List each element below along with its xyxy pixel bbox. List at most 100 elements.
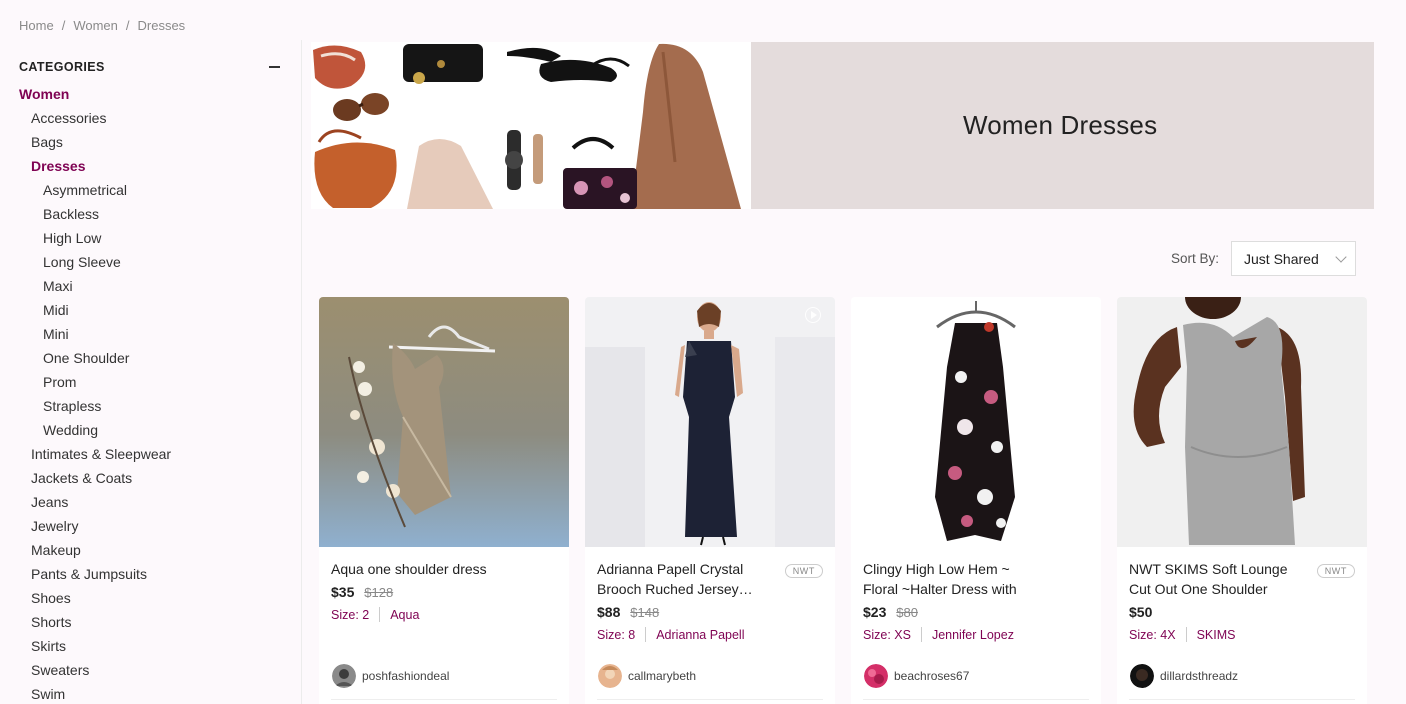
attribute-row: Size: 4X SKIMS bbox=[1129, 627, 1355, 642]
breadcrumb-women[interactable]: Women bbox=[73, 18, 118, 33]
listing-details: Adrianna Papell Crystal Brooch Ruched Je… bbox=[597, 559, 823, 642]
category-pants-jumpsuits[interactable]: Pants & Jumpsuits bbox=[0, 564, 300, 588]
listing-brand[interactable]: Adrianna Papell bbox=[656, 628, 744, 642]
price-row: $23 $80 bbox=[863, 604, 1089, 620]
category-skirts[interactable]: Skirts bbox=[0, 636, 300, 660]
category-dresses[interactable]: Dresses bbox=[0, 156, 300, 180]
seller-info[interactable]: poshfashiondeal bbox=[332, 664, 449, 688]
collapse-minus-icon[interactable] bbox=[269, 66, 280, 68]
seller-username[interactable]: beachroses67 bbox=[894, 669, 969, 683]
category-sidebar: CATEGORIES Women Accessories Bags Dresse… bbox=[0, 40, 302, 704]
category-makeup[interactable]: Makeup bbox=[0, 540, 300, 564]
attribute-row: Size: XS Jennifer Lopez bbox=[863, 627, 1089, 642]
divider bbox=[645, 627, 647, 642]
category-jackets-coats[interactable]: Jackets & Coats bbox=[0, 468, 300, 492]
listing-card[interactable]: Aqua one shoulder dress $35 $128 Size: 2… bbox=[319, 297, 569, 704]
listing-price: $23 bbox=[863, 604, 887, 620]
divider bbox=[1185, 627, 1187, 642]
listing-image[interactable] bbox=[585, 297, 835, 547]
listing-image[interactable] bbox=[319, 297, 569, 547]
breadcrumb-dresses: Dresses bbox=[137, 18, 186, 33]
category-banner: Women Dresses bbox=[311, 42, 1374, 209]
divider bbox=[1129, 699, 1355, 700]
category-accessories[interactable]: Accessories bbox=[0, 108, 300, 132]
divider bbox=[379, 607, 381, 622]
seller-username[interactable]: dillardsthreadz bbox=[1160, 669, 1238, 683]
listing-title[interactable]: Aqua one shoulder dress bbox=[331, 559, 557, 579]
listing-brand[interactable]: SKIMS bbox=[1197, 628, 1236, 642]
category-intimates-sleepwear[interactable]: Intimates & Sleepwear bbox=[0, 444, 300, 468]
subcategory-strapless[interactable]: Strapless bbox=[0, 396, 300, 420]
subcategory-backless[interactable]: Backless bbox=[0, 204, 300, 228]
subcategory-long-sleeve[interactable]: Long Sleeve bbox=[0, 252, 300, 276]
listing-brand[interactable]: Jennifer Lopez bbox=[932, 628, 1014, 642]
listing-image[interactable] bbox=[851, 297, 1101, 547]
category-jewelry[interactable]: Jewelry bbox=[0, 516, 300, 540]
listing-card[interactable]: Clingy High Low Hem ~ Floral ~Halter Dre… bbox=[851, 297, 1101, 704]
seller-info[interactable]: dillardsthreadz bbox=[1130, 664, 1238, 688]
listing-size[interactable]: Size: 2 bbox=[331, 608, 369, 622]
video-play-icon[interactable] bbox=[805, 307, 821, 323]
banner-accessories-image bbox=[311, 42, 751, 209]
breadcrumb-home[interactable]: Home bbox=[19, 18, 54, 33]
seller-info[interactable]: callmarybeth bbox=[598, 664, 696, 688]
subcategory-prom[interactable]: Prom bbox=[0, 372, 300, 396]
breadcrumb: Home / Women / Dresses bbox=[19, 18, 185, 33]
category-bags[interactable]: Bags bbox=[0, 132, 300, 156]
subcategory-high-low[interactable]: High Low bbox=[0, 228, 300, 252]
listing-details: Aqua one shoulder dress $35 $128 Size: 2… bbox=[331, 559, 557, 622]
original-price: $128 bbox=[364, 585, 394, 600]
listing-card[interactable]: NWT SKIMS Soft Lounge Cut Out One Should… bbox=[1117, 297, 1367, 704]
attribute-row: Size: 8 Adrianna Papell bbox=[597, 627, 823, 642]
subcategory-midi[interactable]: Midi bbox=[0, 300, 300, 324]
seller-username[interactable]: callmarybeth bbox=[628, 669, 696, 683]
category-swim[interactable]: Swim bbox=[0, 684, 300, 704]
listing-image[interactable] bbox=[1117, 297, 1367, 547]
listing-size[interactable]: Size: XS bbox=[863, 628, 911, 642]
divider bbox=[920, 627, 922, 642]
listing-details: Clingy High Low Hem ~ Floral ~Halter Dre… bbox=[863, 559, 1089, 642]
listing-brand[interactable]: Aqua bbox=[390, 608, 419, 622]
listing-title[interactable]: Clingy High Low Hem ~ Floral ~Halter Dre… bbox=[863, 559, 1089, 599]
original-price: $80 bbox=[896, 605, 918, 620]
avatar[interactable] bbox=[864, 664, 888, 688]
sort-control: Sort By: Just Shared bbox=[1171, 241, 1357, 276]
attribute-row: Size: 2 Aqua bbox=[331, 607, 557, 622]
divider bbox=[863, 699, 1089, 700]
listing-size[interactable]: Size: 8 bbox=[597, 628, 635, 642]
price-row: $88 $148 bbox=[597, 604, 823, 620]
category-shorts[interactable]: Shorts bbox=[0, 612, 300, 636]
listing-price: $50 bbox=[1129, 604, 1153, 620]
nwt-badge: NWT bbox=[1316, 564, 1355, 578]
category-jeans[interactable]: Jeans bbox=[0, 492, 300, 516]
subcategory-wedding[interactable]: Wedding bbox=[0, 420, 300, 444]
sort-label: Sort By: bbox=[1171, 251, 1220, 266]
price-row: $50 bbox=[1129, 604, 1355, 620]
sort-value: Just Shared bbox=[1244, 250, 1319, 267]
listing-card[interactable]: Adrianna Papell Crystal Brooch Ruched Je… bbox=[585, 297, 835, 704]
subcategory-one-shoulder[interactable]: One Shoulder bbox=[0, 348, 300, 372]
subcategory-asymmetrical[interactable]: Asymmetrical bbox=[0, 180, 300, 204]
listing-price: $88 bbox=[597, 604, 621, 620]
avatar[interactable] bbox=[332, 664, 356, 688]
seller-username[interactable]: poshfashiondeal bbox=[362, 669, 449, 683]
price-row: $35 $128 bbox=[331, 584, 557, 600]
subcategory-maxi[interactable]: Maxi bbox=[0, 276, 300, 300]
avatar[interactable] bbox=[598, 664, 622, 688]
original-price: $148 bbox=[630, 605, 660, 620]
sort-dropdown[interactable]: Just Shared bbox=[1231, 241, 1357, 276]
avatar[interactable] bbox=[1130, 664, 1154, 688]
category-women[interactable]: Women bbox=[0, 84, 300, 108]
subcategory-mini[interactable]: Mini bbox=[0, 324, 300, 348]
category-sweaters[interactable]: Sweaters bbox=[0, 660, 300, 684]
banner-title: Women Dresses bbox=[963, 110, 1158, 140]
seller-info[interactable]: beachroses67 bbox=[864, 664, 969, 688]
categories-header: CATEGORIES bbox=[19, 60, 281, 74]
listing-size[interactable]: Size: 4X bbox=[1129, 628, 1176, 642]
chevron-down-icon bbox=[1335, 250, 1347, 263]
category-shoes[interactable]: Shoes bbox=[0, 588, 300, 612]
nwt-badge: NWT bbox=[784, 564, 823, 578]
divider bbox=[331, 699, 557, 700]
listing-price: $35 bbox=[331, 584, 355, 600]
breadcrumb-separator: / bbox=[125, 18, 130, 33]
